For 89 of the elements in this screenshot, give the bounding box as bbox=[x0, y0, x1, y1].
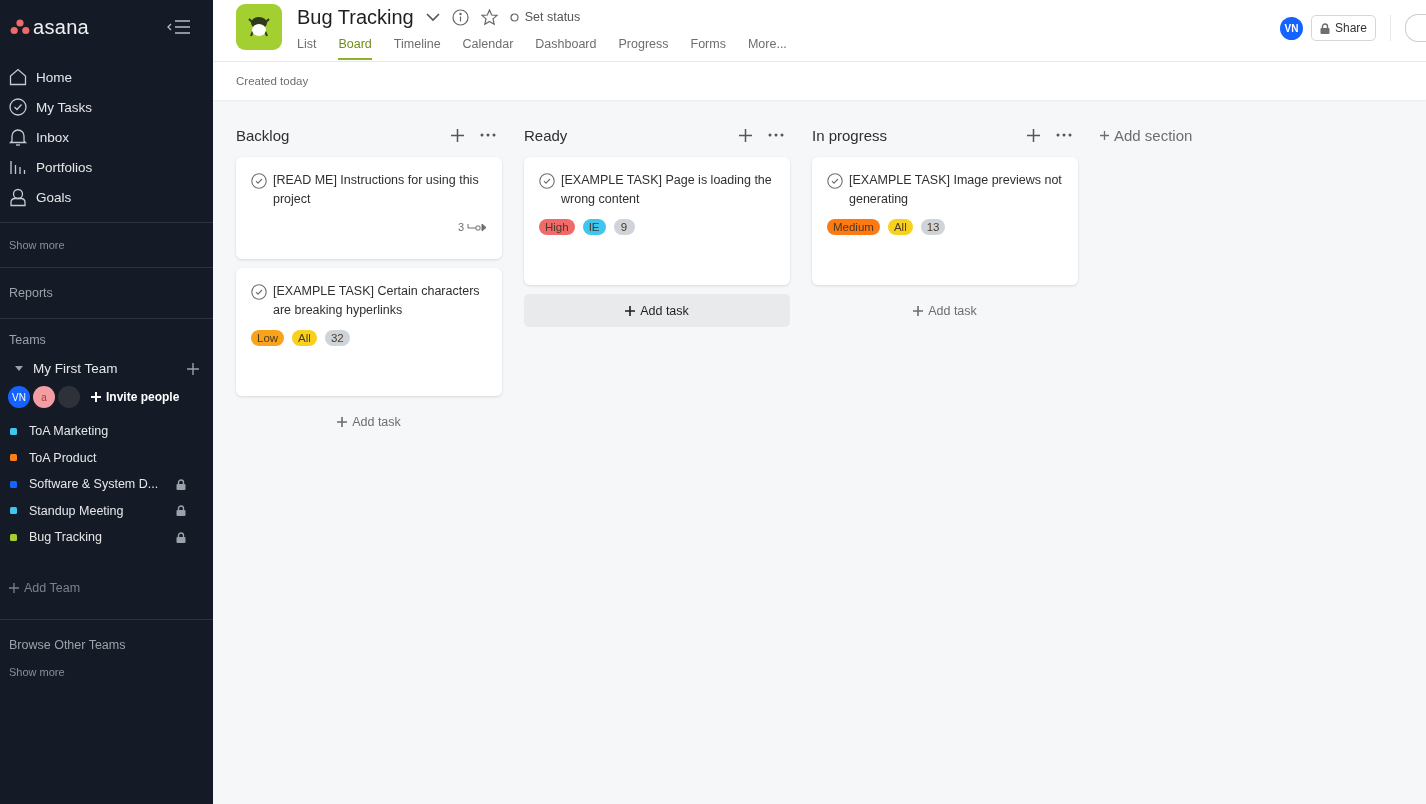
tag: All bbox=[887, 219, 913, 235]
nav-item[interactable]: My Tasks bbox=[0, 92, 213, 122]
more-options-icon[interactable] bbox=[1056, 133, 1072, 137]
view-tab[interactable]: More... bbox=[747, 34, 787, 60]
check-circle-icon bbox=[8, 97, 28, 117]
share-button[interactable]: Share bbox=[1310, 15, 1376, 41]
add-icon[interactable] bbox=[187, 362, 199, 375]
subtask-count: 3 bbox=[457, 221, 464, 233]
tag: Medium bbox=[827, 219, 880, 235]
tag: 13 bbox=[920, 219, 946, 235]
team-name[interactable]: My First Team bbox=[33, 361, 178, 376]
view-tab[interactable]: Dashboard bbox=[535, 34, 597, 60]
add-task-button[interactable]: Add task bbox=[236, 405, 502, 438]
more-options-icon[interactable] bbox=[768, 133, 784, 137]
tag: All bbox=[292, 330, 317, 346]
browse-teams-link[interactable]: Browse Other Teams bbox=[0, 629, 213, 660]
column-title: Backlog bbox=[236, 126, 291, 144]
add-icon[interactable] bbox=[739, 128, 752, 142]
add-icon[interactable] bbox=[1027, 128, 1040, 142]
project-link[interactable]: Software & System D... bbox=[29, 477, 164, 492]
project-link[interactable]: Bug Tracking bbox=[29, 530, 164, 545]
view-tab[interactable]: Forms bbox=[690, 34, 726, 60]
nav-item[interactable]: Inbox bbox=[0, 122, 213, 152]
nav-item[interactable]: Goals bbox=[0, 182, 213, 212]
tag: 32 bbox=[324, 330, 350, 346]
tag: High bbox=[539, 219, 575, 235]
logo-dots-icon bbox=[10, 19, 30, 35]
view-tab[interactable]: Board bbox=[338, 34, 372, 60]
invite-people-button[interactable]: Invite people bbox=[91, 390, 180, 404]
expand-caret-icon[interactable] bbox=[14, 364, 24, 373]
plus-icon bbox=[1100, 130, 1109, 140]
tag: 9 bbox=[613, 219, 635, 235]
check-circle-icon[interactable] bbox=[827, 173, 843, 189]
plus-icon bbox=[91, 392, 101, 402]
add-section-button[interactable]: Add section bbox=[1100, 122, 1193, 148]
bell-icon bbox=[8, 127, 28, 147]
plus-icon bbox=[337, 416, 348, 427]
task-card[interactable]: [EXAMPLE TASK] Page is loading the wrong content High IE 9 bbox=[524, 157, 790, 285]
info-icon[interactable] bbox=[451, 8, 469, 26]
subtasks-icon[interactable] bbox=[467, 222, 487, 232]
chevron-down-icon[interactable] bbox=[425, 12, 440, 22]
tag: IE bbox=[582, 219, 606, 235]
person-icon bbox=[8, 187, 28, 207]
task-title: [EXAMPLE TASK] Image previews not generating bbox=[849, 172, 1063, 208]
task-title: [READ ME] Instructions for using this project bbox=[273, 172, 480, 208]
home-icon bbox=[8, 67, 28, 87]
bug-icon bbox=[236, 4, 282, 50]
plus-icon bbox=[913, 305, 924, 316]
project-link[interactable]: ToA Product bbox=[29, 450, 203, 465]
collapse-sidebar-icon[interactable] bbox=[167, 19, 191, 35]
created-date: Created today bbox=[236, 75, 309, 87]
task-card[interactable]: [EXAMPLE TASK] Certain characters are breaking hyperlinks Low All 32 bbox=[236, 268, 502, 396]
star-icon[interactable] bbox=[480, 8, 498, 26]
project-link[interactable]: ToA Marketing bbox=[29, 424, 203, 439]
check-circle-icon[interactable] bbox=[251, 284, 267, 300]
lock-icon bbox=[1319, 22, 1330, 34]
more-options-icon[interactable] bbox=[480, 133, 496, 137]
task-title: [EXAMPLE TASK] Certain characters are breaking hyperlinks bbox=[273, 283, 481, 319]
tag: Low bbox=[251, 330, 285, 346]
plus-icon bbox=[9, 582, 19, 593]
add-team-link[interactable]: Add Team bbox=[0, 550, 213, 609]
add-task-button[interactable]: Add task bbox=[524, 294, 790, 327]
column-title: Ready bbox=[524, 126, 569, 144]
view-tab[interactable]: Calendar bbox=[462, 34, 514, 60]
user-avatar[interactable]: VN bbox=[1279, 16, 1303, 40]
project-link[interactable]: Standup Meeting bbox=[29, 503, 164, 518]
task-title: [EXAMPLE TASK] Page is loading the wrong content bbox=[561, 172, 773, 208]
task-card[interactable]: [EXAMPLE TASK] Image previews not generating Medium All 13 bbox=[812, 157, 1078, 285]
check-circle-icon[interactable] bbox=[251, 173, 267, 189]
show-more-link[interactable]: Show more bbox=[0, 233, 213, 257]
nav-item[interactable]: Portfolios bbox=[0, 152, 213, 182]
column-title: In progress bbox=[812, 126, 889, 144]
logo-wordmark: asana bbox=[33, 15, 89, 39]
reports-link[interactable]: Reports bbox=[0, 278, 213, 308]
view-tab[interactable]: List bbox=[297, 34, 317, 60]
add-task-button[interactable]: Add task bbox=[812, 294, 1078, 327]
task-card[interactable]: [READ ME] Instructions for using this project 3 bbox=[236, 157, 502, 259]
project-title: Bug Tracking bbox=[297, 5, 414, 29]
view-tab[interactable]: Timeline bbox=[393, 34, 441, 60]
avatar[interactable]: VN bbox=[8, 386, 30, 408]
show-more-link[interactable]: Show more bbox=[0, 659, 213, 684]
set-status-button[interactable]: Set status bbox=[509, 10, 581, 24]
view-tab[interactable]: Progress bbox=[618, 34, 669, 60]
check-circle-icon[interactable] bbox=[539, 173, 555, 189]
plus-icon bbox=[625, 305, 636, 316]
teams-heading: Teams bbox=[8, 332, 47, 349]
nav-item[interactable]: Home bbox=[0, 62, 213, 92]
status-circle-icon bbox=[509, 12, 519, 22]
add-icon[interactable] bbox=[451, 128, 464, 142]
